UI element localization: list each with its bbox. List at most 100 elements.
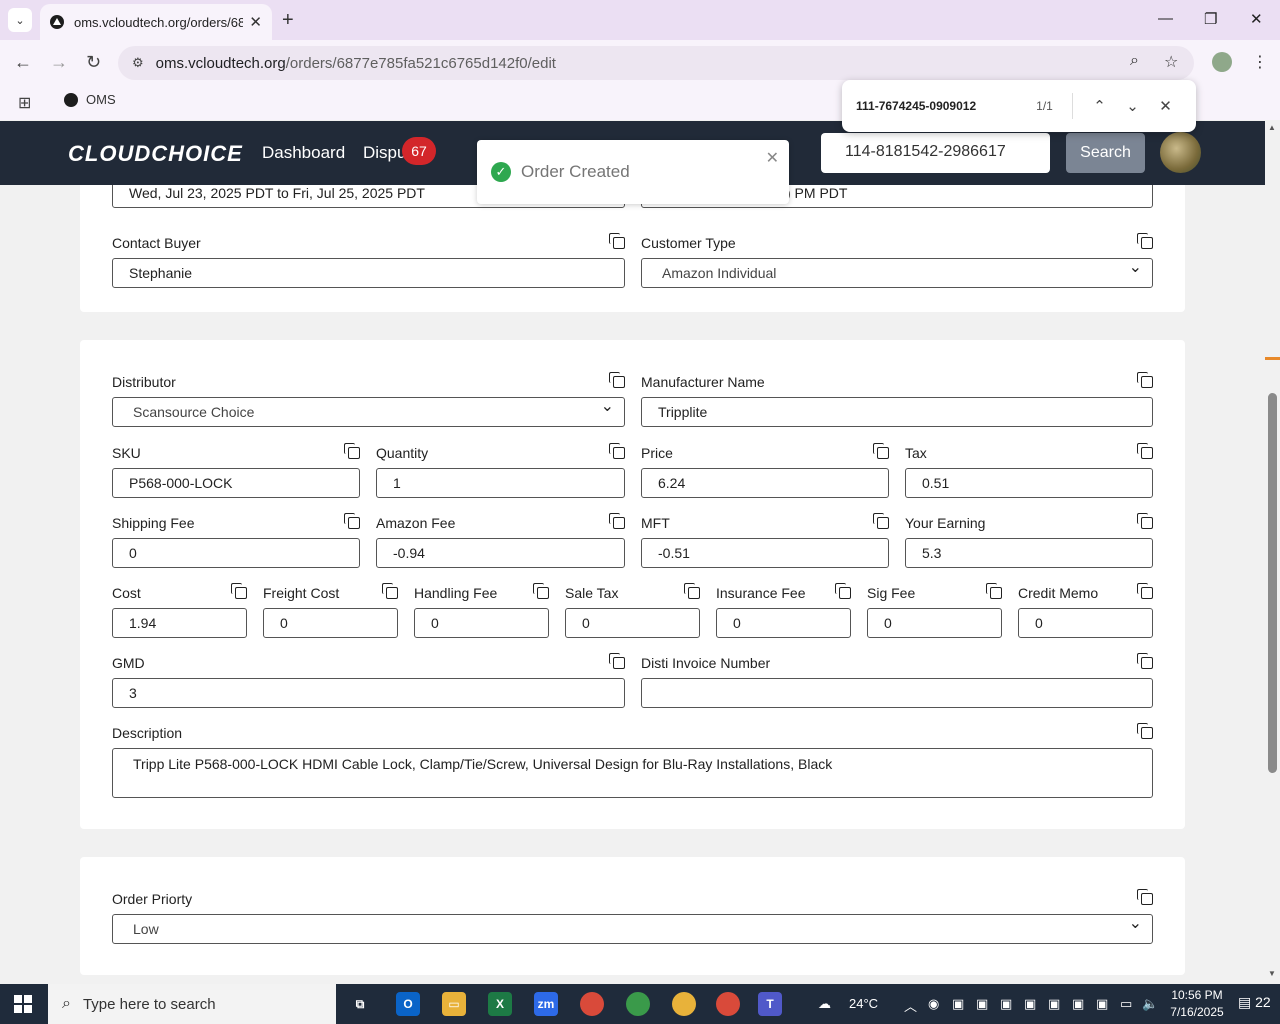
scroll-down-icon[interactable]: ▼ <box>1268 969 1276 978</box>
notification-center-icon[interactable]: ▤ 22 <box>1238 994 1271 1011</box>
outlook-icon[interactable]: O <box>396 992 420 1016</box>
windows-start-icon[interactable] <box>14 995 32 1013</box>
order-search-input[interactable]: 114-8181542-2986617 <box>821 133 1050 173</box>
back-icon[interactable]: ← <box>14 52 32 73</box>
copy-icon[interactable] <box>1137 723 1153 739</box>
tray-app-icon[interactable]: ▣ <box>1072 996 1084 1012</box>
quantity-input[interactable]: 1 <box>376 468 625 498</box>
copy-icon[interactable] <box>609 513 625 529</box>
copy-icon[interactable] <box>1137 372 1153 388</box>
mft-input[interactable]: -0.51 <box>641 538 889 568</box>
tray-overflow-icon[interactable]: ︿ <box>904 996 917 1015</box>
tab-close-icon[interactable]: ✕ <box>249 13 262 31</box>
copy-icon[interactable] <box>1137 513 1153 529</box>
disti-invoice-input[interactable] <box>641 678 1153 708</box>
copy-icon[interactable] <box>873 513 889 529</box>
credit-memo-input[interactable]: 0 <box>1018 608 1153 638</box>
copy-icon[interactable] <box>684 583 700 599</box>
tray-app-icon[interactable]: ▣ <box>1024 996 1036 1012</box>
description-textarea[interactable]: Tripp Lite P568-000-LOCK HDMI Cable Lock… <box>112 748 1153 798</box>
weather-icon[interactable]: ☁ <box>818 996 831 1012</box>
cloudchoice-logo[interactable]: CLOUDCHOICE <box>68 141 243 167</box>
copy-icon[interactable] <box>1137 889 1153 905</box>
site-info-icon[interactable]: ⚙ <box>132 55 144 71</box>
address-bar[interactable]: ⚙ oms.vcloudtech.org/orders/6877e785fa52… <box>118 46 1194 80</box>
scrollbar-thumb[interactable] <box>1268 393 1277 773</box>
tray-app-icon[interactable]: ▣ <box>1096 996 1108 1012</box>
copy-icon[interactable] <box>873 443 889 459</box>
taskbar-clock[interactable]: 10:56 PM 7/16/2025 <box>1168 987 1226 1021</box>
forward-icon[interactable]: → <box>50 52 68 73</box>
contact-buyer-input[interactable]: Stephanie <box>112 258 625 288</box>
page-scrollbar[interactable]: ▲ ▼ <box>1265 121 1280 983</box>
restore-icon[interactable]: ❐ <box>1204 10 1217 28</box>
profile-icon[interactable] <box>1212 52 1232 72</box>
taskbar-search[interactable]: ⌕ Type here to search <box>48 984 336 1024</box>
handling-fee-input[interactable]: 0 <box>414 608 549 638</box>
find-query-input[interactable]: 111-7674245-0909012 <box>856 99 1021 113</box>
amazon-fee-input[interactable]: -0.94 <box>376 538 625 568</box>
tax-input[interactable]: 0.51 <box>905 468 1153 498</box>
file-explorer-icon[interactable]: ▭ <box>442 992 466 1016</box>
bookmark-oms[interactable]: OMS <box>64 92 116 107</box>
copy-icon[interactable] <box>835 583 851 599</box>
teams-icon[interactable]: T <box>758 992 782 1016</box>
new-tab-icon[interactable]: + <box>282 8 294 32</box>
apps-grid-icon[interactable]: ⊞ <box>18 93 31 113</box>
scroll-up-icon[interactable]: ▲ <box>1268 123 1276 132</box>
sku-input[interactable]: P568-000-LOCK <box>112 468 360 498</box>
find-close-icon[interactable]: ✕ <box>1149 97 1182 115</box>
sig-fee-input[interactable]: 0 <box>867 608 1002 638</box>
distributor-select[interactable]: Scansource Choice <box>112 397 625 427</box>
copy-icon[interactable] <box>1137 583 1153 599</box>
copy-icon[interactable] <box>533 583 549 599</box>
weather-temp[interactable]: 24°C <box>849 996 878 1011</box>
copy-icon[interactable] <box>609 653 625 669</box>
copy-icon[interactable] <box>231 583 247 599</box>
bookmark-star-icon[interactable]: ☆ <box>1164 52 1178 72</box>
tray-app-icon[interactable]: ▣ <box>1048 996 1060 1012</box>
user-avatar[interactable] <box>1160 132 1201 173</box>
customer-type-select[interactable]: Amazon Individual <box>641 258 1153 288</box>
tab-search-dropdown-icon[interactable]: ⌄ <box>8 8 32 32</box>
nav-disputes[interactable]: Dispu <box>363 143 406 163</box>
sale-tax-input[interactable]: 0 <box>565 608 700 638</box>
page-search-icon[interactable]: ⌕ <box>1130 52 1139 70</box>
copy-icon[interactable] <box>609 372 625 388</box>
copy-icon[interactable] <box>382 583 398 599</box>
copy-icon[interactable] <box>344 513 360 529</box>
copy-icon[interactable] <box>1137 443 1153 459</box>
freight-cost-input[interactable]: 0 <box>263 608 398 638</box>
tray-chrome-icon[interactable]: ◉ <box>928 996 939 1012</box>
shipping-fee-input[interactable]: 0 <box>112 538 360 568</box>
copy-icon[interactable] <box>609 443 625 459</box>
chrome-icon[interactable] <box>580 992 604 1016</box>
nav-dashboard[interactable]: Dashboard <box>262 143 345 163</box>
tray-zoom-icon[interactable]: ▣ <box>952 996 964 1012</box>
manufacturer-input[interactable]: Tripplite <box>641 397 1153 427</box>
your-earning-input[interactable]: 5.3 <box>905 538 1153 568</box>
insurance-fee-input[interactable]: 0 <box>716 608 851 638</box>
copy-icon[interactable] <box>609 233 625 249</box>
cost-input[interactable]: 1.94 <box>112 608 247 638</box>
browser-menu-icon[interactable]: ⋮ <box>1252 52 1268 72</box>
chrome-active-icon[interactable] <box>716 992 740 1016</box>
zoom-icon[interactable]: zm <box>534 992 558 1016</box>
browser-tab[interactable]: oms.vcloudtech.org/orders/687 ✕ <box>40 4 272 40</box>
order-priority-select[interactable]: Low <box>112 914 1153 944</box>
tray-outlook-icon[interactable]: ▣ <box>976 996 988 1012</box>
volume-icon[interactable]: 🔈 <box>1142 996 1158 1012</box>
search-button[interactable]: Search <box>1066 133 1145 173</box>
chrome-profile-icon[interactable] <box>672 992 696 1016</box>
excel-icon[interactable]: X <box>488 992 512 1016</box>
copy-icon[interactable] <box>986 583 1002 599</box>
find-previous-icon[interactable]: ⌃ <box>1083 97 1116 115</box>
copy-icon[interactable] <box>344 443 360 459</box>
copy-icon[interactable] <box>1137 653 1153 669</box>
toast-close-icon[interactable]: ✕ <box>766 148 779 168</box>
find-next-icon[interactable]: ⌄ <box>1116 97 1149 115</box>
reload-icon[interactable]: ↻ <box>86 52 101 73</box>
price-input[interactable]: 6.24 <box>641 468 889 498</box>
task-view-icon[interactable]: ⧉ <box>348 992 372 1016</box>
tray-teams-icon[interactable]: ▣ <box>1000 996 1012 1012</box>
